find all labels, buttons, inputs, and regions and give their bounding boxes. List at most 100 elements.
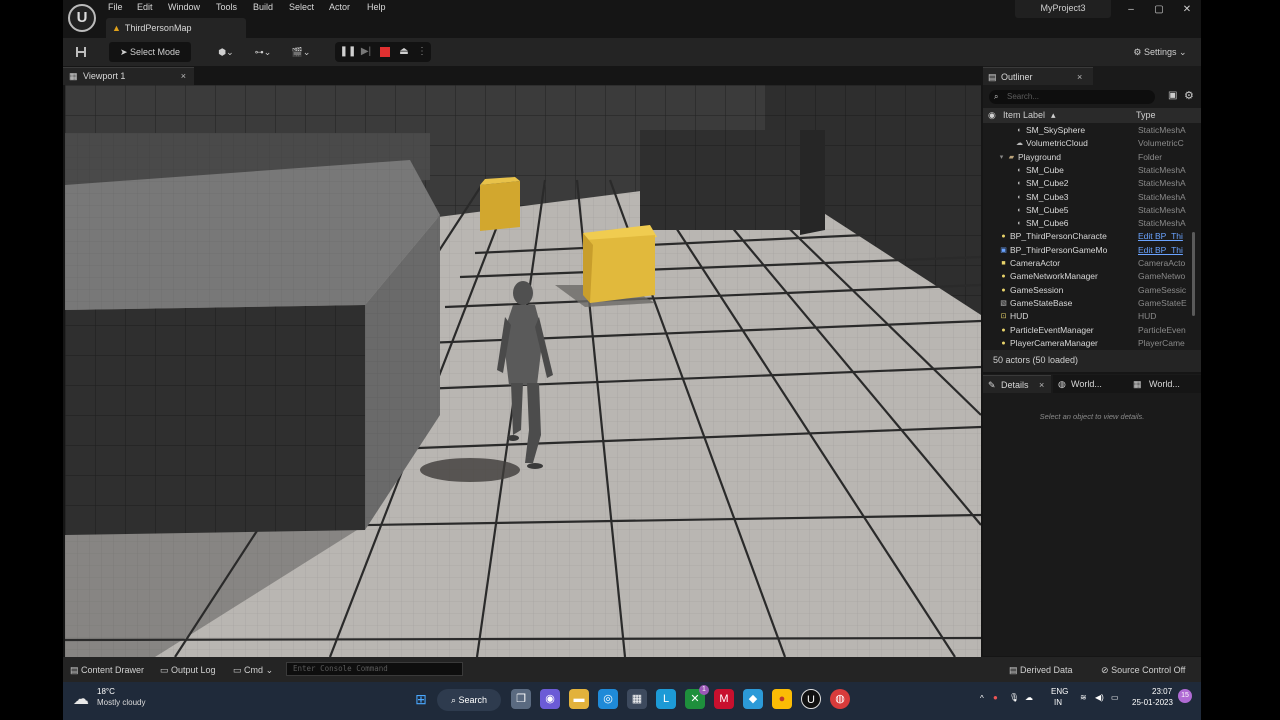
outliner-row[interactable]: ◐ SM_Cube StaticMeshA	[983, 164, 1193, 177]
world-partition-tab[interactable]: ▦ World...	[1125, 375, 1201, 393]
microphone-icon[interactable]: 🎙	[1009, 693, 1019, 702]
outliner-scrollbar[interactable]	[1192, 232, 1195, 316]
settings-gear-icon[interactable]: ⚙	[1184, 89, 1194, 102]
notification-badge[interactable]: 15	[1178, 689, 1192, 703]
outliner-row[interactable]: ● BP_ThirdPersonCharacte Edit BP_Thi	[983, 230, 1193, 243]
outliner-row[interactable]: ◐ SM_SkySphere StaticMeshA	[983, 124, 1193, 137]
level-viewport[interactable]	[65, 85, 981, 657]
source-control-button[interactable]: ⊘ Source Control Off	[1101, 663, 1185, 677]
derived-data-button[interactable]: ▤ Derived Data	[1009, 663, 1073, 677]
yellow-cube-large[interactable]	[585, 235, 655, 303]
menu-tools[interactable]: Tools	[216, 2, 237, 14]
eject-button[interactable]: ⏏	[395, 42, 413, 62]
mcafee-icon[interactable]: M	[714, 689, 734, 709]
more-options-button[interactable]: ⋮	[413, 42, 431, 62]
minimize-button[interactable]: –	[1121, 3, 1141, 17]
expand-arrow-icon[interactable]: ▾	[997, 153, 1006, 162]
outliner-row[interactable]: ◐ SM_Cube5 StaticMeshA	[983, 204, 1193, 217]
weather-text: Mostly cloudy	[97, 698, 146, 707]
step-button[interactable]: ▶|	[357, 42, 375, 62]
select-mode-dropdown[interactable]: ➤ Select Mode ⌄	[109, 42, 191, 77]
menu-actor[interactable]: Actor	[329, 2, 350, 14]
pause-button[interactable]: ❚❚	[339, 42, 357, 62]
edit-blueprint-link[interactable]: Edit BP_Thi	[1138, 230, 1188, 243]
outliner-icon: ▤	[988, 72, 997, 82]
volume-icon[interactable]: ◀)	[1095, 693, 1104, 702]
teams-chat-icon[interactable]: ◉	[540, 689, 560, 709]
details-tab[interactable]: ✎ Details ×	[983, 375, 1051, 393]
unreal-logo-icon[interactable]: U	[68, 4, 96, 32]
settings-button[interactable]: ⚙ Settings ⌄	[1129, 42, 1191, 62]
menu-build[interactable]: Build	[253, 2, 273, 14]
language-top[interactable]: ENG	[1051, 687, 1068, 696]
edge-browser-icon[interactable]: ◎	[598, 689, 618, 709]
close-tab-icon[interactable]: ×	[1077, 68, 1082, 86]
edit-blueprint-link[interactable]: Edit BP_Thi	[1138, 244, 1188, 257]
output-log-button[interactable]: ▭ Output Log	[160, 663, 216, 677]
maximize-button[interactable]: ▢	[1149, 3, 1169, 17]
store-icon[interactable]: ▦	[627, 689, 647, 709]
l-app-icon[interactable]: L	[656, 689, 676, 709]
outliner-row[interactable]: ▣ BP_ThirdPersonGameMo Edit BP_Thi	[983, 244, 1193, 257]
step-icon: ▶|	[360, 46, 372, 57]
app-icon[interactable]: ◆	[743, 689, 763, 709]
unreal-editor-window: U File Edit Window Tools Build Select Ac…	[63, 0, 1201, 720]
viewport-tab[interactable]: ▦ Viewport 1 ×	[63, 67, 194, 85]
menu-window[interactable]: Window	[168, 2, 200, 14]
task-view-icon[interactable]: ❐	[511, 689, 531, 709]
show-hidden-icons-chevron-icon[interactable]: ^	[980, 694, 984, 703]
level-tab[interactable]: ▲ ThirdPersonMap	[106, 18, 246, 38]
content-drawer-button[interactable]: ▤ Content Drawer	[70, 663, 144, 677]
tray-app-icon[interactable]: ●	[993, 693, 998, 702]
save-button[interactable]	[73, 42, 89, 62]
type-column[interactable]: Type	[1136, 108, 1156, 123]
stop-button[interactable]	[376, 42, 394, 62]
camera-icon: ■	[1001, 260, 1006, 267]
outliner-row[interactable]: ⊡ HUD HUD	[983, 310, 1193, 323]
blueprint-button[interactable]: ⊶⌄	[249, 42, 277, 62]
close-tab-icon[interactable]: ×	[1039, 376, 1044, 394]
console-command-input[interactable]: Enter Console Command	[286, 662, 463, 676]
taskbar-search-button[interactable]: ⌕ Search	[437, 689, 501, 711]
cloud-icon[interactable]: ☁	[1025, 693, 1033, 702]
windows-start-icon[interactable]: ⊞	[411, 689, 431, 709]
wifi-icon[interactable]: ≋	[1080, 693, 1087, 702]
language-bottom[interactable]: IN	[1054, 698, 1062, 707]
outliner-row-label: SM_Cube6	[1026, 218, 1069, 229]
menu-help[interactable]: Help	[367, 2, 386, 14]
menu-select[interactable]: Select	[289, 2, 314, 14]
chrome-icon[interactable]: ●	[772, 689, 792, 709]
unreal-engine-taskbar-icon[interactable]: U	[801, 689, 821, 709]
yellow-cube-small[interactable]	[480, 181, 520, 231]
outliner-row[interactable]: ● GameSession GameSessic	[983, 284, 1193, 297]
menu-edit[interactable]: Edit	[137, 2, 153, 14]
outliner-row[interactable]: ■ CameraActor CameraActo	[983, 257, 1193, 270]
outliner-row[interactable]: ▾ ▰ Playground Folder	[983, 151, 1193, 164]
item-label-column[interactable]: Item Label	[1003, 108, 1045, 123]
outliner-row[interactable]: ◐ SM_Cube2 StaticMeshA	[983, 177, 1193, 190]
stop-icon	[380, 47, 390, 57]
outliner-row[interactable]: ● ParticleEventManager ParticleEven	[983, 324, 1193, 337]
outliner-row[interactable]: ☁ VolumetricCloud VolumetricC	[983, 137, 1193, 150]
close-tab-icon[interactable]: ×	[181, 68, 186, 85]
outliner-row[interactable]: ◐ SM_Cube3 StaticMeshA	[983, 191, 1193, 204]
outliner-search-input[interactable]: ⌕ Search...	[989, 90, 1155, 104]
world-settings-tab[interactable]: ◍ World...	[1053, 375, 1125, 393]
cmd-dropdown[interactable]: ▭ Cmd ⌄	[233, 663, 273, 677]
clock-date[interactable]: 25-01-2023	[1132, 698, 1173, 707]
outliner-row[interactable]: ◐ SM_Cube6 StaticMeshA	[983, 217, 1193, 230]
cinematics-button[interactable]: 🎬⌄	[287, 42, 315, 62]
outliner-row[interactable]: ● PlayerCameraManager PlayerCame	[983, 337, 1193, 350]
visibility-eye-icon[interactable]: ◉	[988, 108, 996, 123]
menu-file[interactable]: File	[108, 2, 123, 14]
outliner-tab[interactable]: ▤ Outliner ×	[983, 67, 1093, 85]
add-actor-button[interactable]: ⬢⌄	[213, 42, 239, 62]
clock-time[interactable]: 23:07	[1152, 687, 1172, 696]
outliner-row[interactable]: ▧ GameStateBase GameStateE	[983, 297, 1193, 310]
file-explorer-icon[interactable]: ▬	[569, 689, 589, 709]
add-folder-icon[interactable]: ▣	[1168, 90, 1177, 101]
battery-icon[interactable]: ▭	[1111, 693, 1119, 702]
outliner-row[interactable]: ● GameNetworkManager GameNetwo	[983, 270, 1193, 283]
close-window-button[interactable]: ✕	[1177, 3, 1197, 17]
chrome-alt-icon[interactable]: ◍	[830, 689, 850, 709]
